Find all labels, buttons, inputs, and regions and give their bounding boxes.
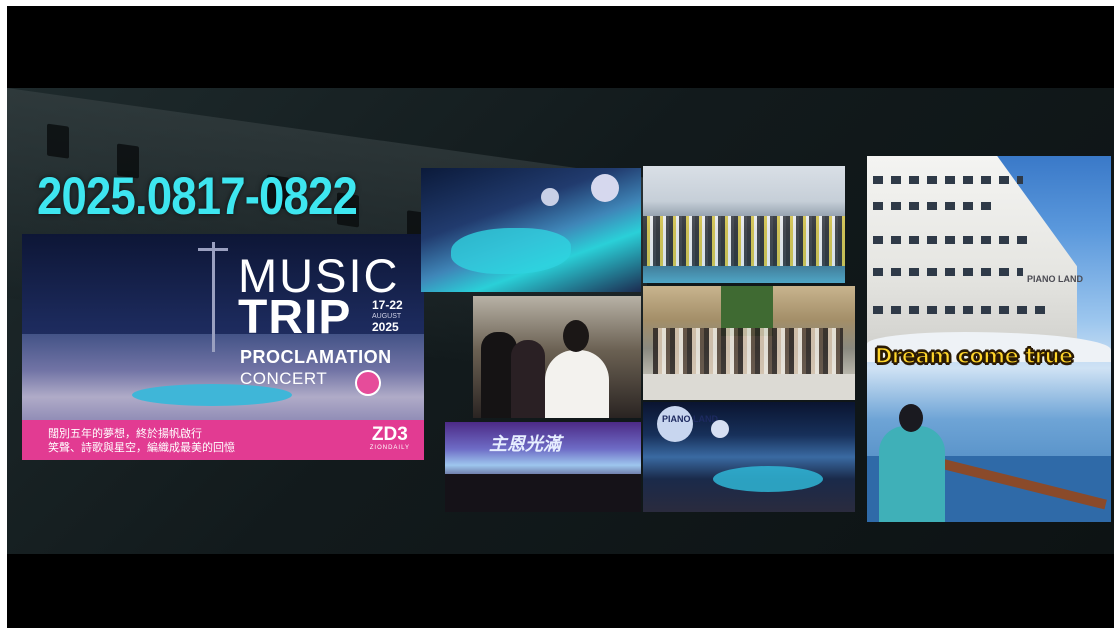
photo-cruise-ship: PIANO LAND Dream come true (867, 156, 1111, 522)
zd3-logo-text: ZD3 (371, 424, 408, 445)
poster-subtitle-concert: CONCERT (240, 369, 328, 388)
dream-caption: Dream come true (874, 343, 1074, 369)
photo-pool-deck-night (421, 168, 641, 292)
pool-shape (451, 228, 571, 274)
poster-title-trip: TRIP (238, 291, 352, 344)
slide-content: 2025.0817-0822 MUSIC TRIP 17-22 AUGUST 2… (7, 88, 1114, 554)
ship-name-label: PIANO LAND (1027, 274, 1083, 284)
zd3-logo: ZD3 ZIONDAILY (369, 424, 410, 452)
railing-shape (643, 374, 855, 400)
balloon-icon (711, 420, 729, 438)
ship-windows (873, 236, 1033, 244)
person-shape (545, 350, 609, 418)
event-poster: MUSIC TRIP 17-22 AUGUST 2025 PROCLAMATIO… (22, 234, 424, 460)
photo-indoor-gathering (473, 296, 641, 418)
photo-atrium-group (643, 286, 855, 400)
video-frame: 2025.0817-0822 MUSIC TRIP 17-22 AUGUST 2… (7, 6, 1114, 628)
photo-group-deck (643, 166, 845, 283)
poster-mast-bar (198, 248, 228, 251)
pool-shape (713, 466, 823, 492)
ship-windows (873, 176, 1023, 184)
date-range-heading: 2025.0817-0822 (37, 167, 358, 226)
person-head-shape (563, 320, 589, 352)
poster-dates-days: 17-22 (372, 298, 403, 312)
poster-mast (212, 242, 215, 352)
photo-stage-concert: 主恩光滿 (445, 422, 641, 512)
balloon-icon (591, 174, 619, 202)
person-head-shape (899, 404, 923, 432)
person-shape (879, 426, 945, 522)
balloon-icon (657, 406, 693, 442)
poster-tagline-line2: 笑聲、詩歌與星空，編織成最美的回憶 (48, 442, 235, 454)
person-shape (511, 340, 545, 418)
stage-shape (445, 474, 641, 512)
photo-pool-deck-evening: PIANO LAND (643, 402, 855, 512)
ship-windows (873, 306, 1053, 314)
crowd-shape (653, 328, 843, 376)
poster-dates-year: 2025 (372, 320, 399, 334)
stage-screen-title: 主恩光滿 (489, 434, 561, 454)
poster-badge-icon (355, 370, 381, 396)
poster-subtitle-proclamation: PROCLAMATION (240, 347, 392, 367)
balloon-label: PIANO LAND (662, 414, 718, 424)
ship-hull (867, 156, 1077, 346)
ship-windows (873, 202, 993, 210)
ship-windows (873, 268, 1023, 276)
zd3-logo-subtext: ZIONDAILY (369, 445, 410, 451)
poster-tagline-bar: 闊別五年的夢想，終於揚帆啟行 笑聲、詩歌與星空，編織成最美的回憶 ZD3 ZIO… (22, 420, 424, 460)
crowd-shape (643, 216, 845, 266)
balloon-icon (541, 188, 559, 206)
bg-window (47, 123, 69, 159)
poster-dates: 17-22 AUGUST 2025 (372, 298, 403, 334)
